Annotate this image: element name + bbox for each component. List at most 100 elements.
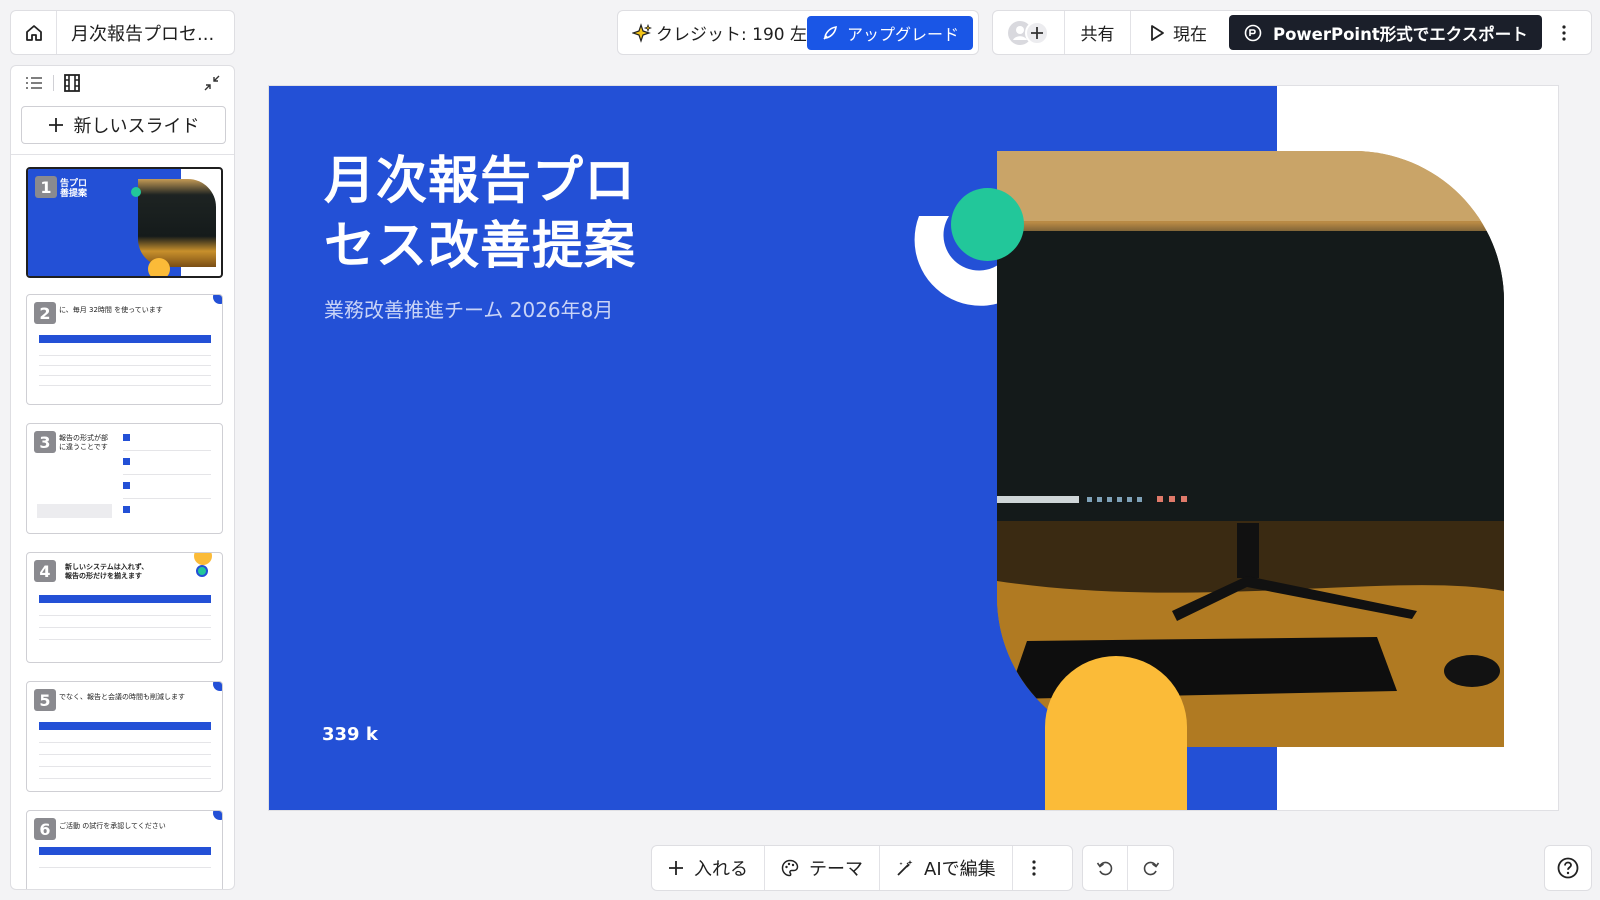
thumb-table-line xyxy=(39,375,211,376)
slide-sidebar: 新しいスライド 1 告プロ 善提案 2 に、毎月 32時間 を使っています 3 … xyxy=(10,65,235,890)
sparkle-icon xyxy=(632,22,652,43)
ai-edit-label: AIで編集 xyxy=(924,859,996,880)
collapse-icon[interactable] xyxy=(204,75,220,91)
thumb-table-line xyxy=(39,385,211,386)
thumb-photo xyxy=(138,179,216,267)
sidebar-toolbar xyxy=(11,66,234,100)
ai-edit-button[interactable]: AIで編集 xyxy=(880,846,1013,890)
toolbar-divider xyxy=(53,75,54,91)
document-title[interactable]: 月次報告プロセ... xyxy=(57,20,227,46)
yellow-shape-decoration xyxy=(1045,656,1187,810)
thumb-title: ご活動 の試行を承認してください xyxy=(59,822,166,830)
redo-icon xyxy=(1142,859,1160,877)
share-button[interactable]: 共有 xyxy=(1065,11,1131,54)
thumb-table-header xyxy=(39,335,211,343)
slide-thumbnail-1[interactable]: 1 告プロ 善提案 xyxy=(26,167,223,278)
thumb-number: 2 xyxy=(34,302,56,324)
thumb-paragraph xyxy=(37,504,112,518)
home-icon xyxy=(24,23,44,43)
thumb-divider xyxy=(123,498,211,499)
thumb-table-line xyxy=(39,365,211,366)
thumb-title: でなく、報告と会議の時間も削減します xyxy=(59,693,185,701)
thumb-corner xyxy=(213,811,222,820)
thumb-table-line xyxy=(39,754,211,755)
undo-icon xyxy=(1096,859,1114,877)
monitor-photo xyxy=(997,151,1504,747)
thumb-number: 4 xyxy=(34,560,56,582)
insert-label: 入れる xyxy=(694,859,748,880)
export-icon xyxy=(1243,23,1263,43)
thumb-table-line xyxy=(39,742,211,743)
slide-thumbnail-5[interactable]: 5 でなく、報告と会議の時間も削減します xyxy=(26,681,223,792)
thumb-table-line xyxy=(39,778,211,779)
present-button[interactable]: 現在 xyxy=(1131,11,1225,54)
thumb-corner xyxy=(213,682,222,691)
thumb-title: 新しいシステムは入れず、 報告の形だけを揃えます xyxy=(65,563,149,580)
slide-subtitle[interactable]: 業務改善推進チーム 2026年8月 xyxy=(324,294,613,323)
thumb-table-line xyxy=(39,766,211,767)
new-slide-button[interactable]: 新しいスライド xyxy=(21,106,226,144)
thumb-table-header xyxy=(39,847,211,855)
thumb-bullet xyxy=(123,506,130,513)
thumb-green-dot xyxy=(131,187,141,197)
new-slide-label: 新しいスライド xyxy=(73,116,200,137)
palette-icon xyxy=(781,859,799,877)
help-icon xyxy=(1557,857,1579,879)
film-strip-icon[interactable] xyxy=(64,74,80,92)
thumb-bullet xyxy=(123,434,130,441)
thumb-yellow-shape xyxy=(148,258,170,276)
green-circle-decoration xyxy=(951,188,1024,261)
slide-thumbnail-6[interactable]: 6 ご活動 の試行を承認してください xyxy=(26,810,223,889)
thumb-number: 6 xyxy=(34,818,56,840)
thumb-green-dot xyxy=(196,565,208,577)
document-header: 月次報告プロセ... xyxy=(10,10,235,55)
plus-icon xyxy=(48,117,64,133)
thumb-table-line xyxy=(39,627,211,628)
add-collaborator-button[interactable] xyxy=(993,11,1065,54)
more-tools-button[interactable] xyxy=(1013,846,1055,890)
thumb-table-header xyxy=(39,722,211,730)
export-powerpoint-button[interactable]: PowerPoint形式でエクスポート xyxy=(1229,15,1542,50)
theme-label: テーマ xyxy=(809,859,863,880)
thumb-bullet xyxy=(123,458,130,465)
undo-button[interactable] xyxy=(1083,846,1128,890)
present-label: 現在 xyxy=(1173,25,1207,45)
thumb-table-line xyxy=(39,615,211,616)
thumb-divider xyxy=(123,450,211,451)
history-controls xyxy=(1082,845,1174,891)
add-user-icon xyxy=(1006,19,1052,47)
list-view-icon[interactable] xyxy=(25,76,43,90)
slide-footer-text[interactable]: 339 k xyxy=(322,724,378,745)
upgrade-button[interactable]: アップグレード xyxy=(806,15,973,50)
thumb-bullet xyxy=(123,482,130,489)
slide-thumbnail-2[interactable]: 2 に、毎月 32時間 を使っています xyxy=(26,294,223,405)
insert-button[interactable]: 入れる xyxy=(652,846,765,890)
home-button[interactable] xyxy=(11,11,57,54)
slide-thumbnail-3[interactable]: 3 報告の形式が部 に違うことです xyxy=(26,423,223,534)
credits-group: クレジット: 190 左 アップグレード xyxy=(617,10,979,55)
thumb-number: 3 xyxy=(34,431,56,453)
help-button[interactable] xyxy=(1544,845,1592,891)
slide-title[interactable]: 月次報告プロセス改善提案 xyxy=(324,149,664,279)
play-icon xyxy=(1149,24,1165,42)
more-vertical-icon xyxy=(1562,24,1566,41)
thumb-title: 報告の形式が部 に違うことです xyxy=(59,434,108,451)
sidebar-divider xyxy=(11,154,234,155)
thumb-corner xyxy=(213,295,222,304)
plus-icon xyxy=(668,860,684,876)
thumb-table-line xyxy=(39,355,211,356)
bottom-toolbar: 入れる テーマ AIで編集 xyxy=(651,845,1073,891)
redo-button[interactable] xyxy=(1128,846,1173,890)
slide-thumbnail-4[interactable]: 4 新しいシステムは入れず、 報告の形だけを揃えます xyxy=(26,552,223,663)
thumb-title: 告プロ 善提案 xyxy=(60,179,88,199)
thumb-divider xyxy=(123,474,211,475)
credits-label: クレジット: 190 左 xyxy=(656,25,807,45)
theme-button[interactable]: テーマ xyxy=(765,846,880,890)
thumb-number: 5 xyxy=(34,689,56,711)
slide-canvas[interactable]: 月次報告プロセス改善提案 業務改善推進チーム 2026年8月 339 k xyxy=(268,85,1559,811)
thumb-number: 1 xyxy=(35,176,57,198)
action-group: 共有 現在 PowerPoint形式でエクスポート xyxy=(992,10,1592,55)
thumb-yellow-shape xyxy=(194,553,212,565)
more-options-button[interactable] xyxy=(1542,11,1586,54)
more-vertical-icon xyxy=(1032,860,1036,876)
